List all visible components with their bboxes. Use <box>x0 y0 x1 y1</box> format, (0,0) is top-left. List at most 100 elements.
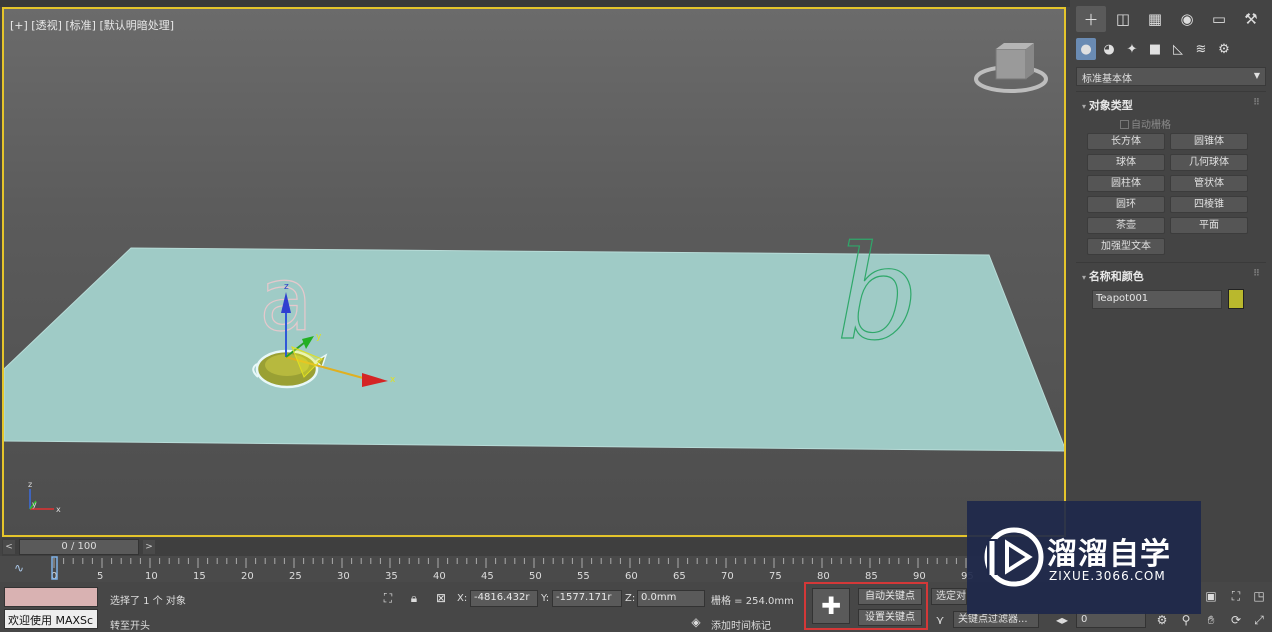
cylinder-button[interactable]: 圆柱体 <box>1087 175 1165 192</box>
trackbar-tick-label: 15 <box>193 571 206 582</box>
checkbox-icon <box>1120 120 1129 129</box>
geosphere-button[interactable]: 几何球体 <box>1170 154 1248 171</box>
field-of-view-icon[interactable]: ◳ <box>1251 588 1267 604</box>
lights-icon[interactable]: ✦ <box>1122 38 1142 60</box>
divider <box>1076 91 1266 92</box>
cone-button[interactable]: 圆锥体 <box>1170 133 1248 150</box>
welcome-field[interactable]: 欢迎使用 MAXSc <box>4 609 98 629</box>
box-button[interactable]: 长方体 <box>1087 133 1165 150</box>
collapse-icon: ▾ <box>1082 273 1089 282</box>
set-key-icon[interactable]: ✚ <box>812 588 850 624</box>
shapes-icon[interactable]: ◕ <box>1099 38 1119 60</box>
svg-text:x: x <box>56 505 61 514</box>
trackbar-tick-label: 90 <box>913 571 926 582</box>
prompt-status: 转至开头 <box>110 621 150 632</box>
command-panel: ＋ ◫ ▦ ◉ ▭ ⚒ ● ◕ ✦ ■ ◺ ≋ ⚙ 标准基本体 ▼ ▾ 对象类型… <box>1070 0 1272 582</box>
auto-grid-checkbox[interactable]: 自动栅格 <box>1120 116 1171 131</box>
trackbar-tick-label: 80 <box>817 571 830 582</box>
time-slider-thumb[interactable]: 0 / 100 <box>19 539 139 555</box>
object-name-field[interactable]: Teapot001 <box>1092 290 1222 309</box>
svg-text:z: z <box>28 480 32 489</box>
object-type-rollout-header[interactable]: ▾ 对象类型 ⠿ <box>1076 94 1266 114</box>
transform-mode-icon[interactable]: ⊠ <box>433 590 449 606</box>
set-key-button[interactable]: 设置关键点 <box>858 609 922 626</box>
teapot-button[interactable]: 茶壶 <box>1087 217 1165 234</box>
cameras-icon[interactable]: ■ <box>1145 38 1165 60</box>
z-coordinate-field[interactable]: 0.0mm <box>637 590 705 607</box>
hierarchy-icon[interactable]: ▦ <box>1140 6 1170 32</box>
time-prev-button[interactable]: < <box>3 540 15 554</box>
x-coordinate-field[interactable]: -4816.432r <box>470 590 538 607</box>
hand-icon[interactable]: ✋︎ <box>1203 612 1219 628</box>
svg-text:y: y <box>32 500 37 509</box>
auto-key-button[interactable]: 自动关键点 <box>858 588 922 605</box>
modify-icon[interactable]: ◫ <box>1108 6 1138 32</box>
name-color-rollout-header[interactable]: ▾ 名称和颜色 ⠿ <box>1076 265 1266 285</box>
grid-size: 栅格 = 254.0mm <box>711 596 794 607</box>
selected-dropdown[interactable]: 选定对 <box>931 588 967 605</box>
category-dropdown-value: 标准基本体 <box>1082 74 1132 85</box>
spinner-icon[interactable]: ◂▸ <box>1054 612 1070 628</box>
trackbar-tick-label: 75 <box>769 571 782 582</box>
object-color-swatch[interactable] <box>1228 289 1244 309</box>
pan-view-icon[interactable]: ▣ <box>1203 588 1219 604</box>
plane-button[interactable]: 平面 <box>1170 217 1248 234</box>
name-color-title: 名称和颜色 <box>1088 270 1144 283</box>
viewport-label[interactable]: [+] [透视] [标准] [默认明暗处理] <box>10 17 174 33</box>
time-tag-icon[interactable]: ◈ <box>688 614 704 630</box>
trackbar-tick-label: 40 <box>433 571 446 582</box>
trackbar-tick-label: 30 <box>337 571 350 582</box>
time-slider[interactable]: < 0 / 100 > <box>2 538 1068 556</box>
gizmo-z-label: z <box>284 282 289 292</box>
axis-tripod: z x y <box>28 480 61 514</box>
trackbar-tick-label: 60 <box>625 571 638 582</box>
geometry-icon[interactable]: ● <box>1076 38 1096 60</box>
chevron-down-icon: ▼ <box>1253 71 1260 80</box>
trackbar-tick-label: 25 <box>289 571 302 582</box>
add-time-tag[interactable]: 添加时间标记 <box>711 617 771 632</box>
wrench-icon[interactable]: ⚒ <box>1236 6 1266 32</box>
trackbar-tick-label: 35 <box>385 571 398 582</box>
gizmo-x-label: x <box>390 375 396 385</box>
y-coordinate-field[interactable]: -1577.171r <box>552 590 622 607</box>
display-icon[interactable]: ▭ <box>1204 6 1234 32</box>
watermark-logo-icon <box>984 527 1044 587</box>
trackbar-tick-label: 70 <box>721 571 734 582</box>
maxscript-listener[interactable] <box>4 587 98 607</box>
letter-b-shape[interactable]: b <box>835 216 919 369</box>
zoom-icon[interactable]: ⚲ <box>1178 612 1194 628</box>
rollout-grip-icon: ⠿ <box>1252 269 1260 279</box>
gizmo-y-label: y <box>316 332 322 342</box>
selection-status: 选择了 1 个 对象 <box>110 596 186 607</box>
divider <box>1076 262 1266 263</box>
pyramid-button[interactable]: 四棱锥 <box>1170 196 1248 213</box>
perspective-viewport[interactable]: a b z x y <box>2 7 1066 537</box>
watermark-title: 溜溜自学 <box>1047 537 1171 572</box>
time-config-icon[interactable]: ⚙ <box>1154 612 1170 628</box>
sphere-button[interactable]: 球体 <box>1087 154 1165 171</box>
lock-icon[interactable]: 🔒︎ <box>406 590 422 606</box>
command-panel-tabs: ＋ ◫ ▦ ◉ ▭ ⚒ <box>1076 6 1266 32</box>
category-dropdown[interactable]: 标准基本体 ▼ <box>1076 67 1266 86</box>
auto-grid-label: 自动栅格 <box>1131 120 1171 131</box>
plus-icon[interactable]: ＋ <box>1076 6 1106 32</box>
object-type-title: 对象类型 <box>1088 99 1133 112</box>
tube-button[interactable]: 管状体 <box>1170 175 1248 192</box>
systems-icon[interactable]: ⚙ <box>1214 38 1234 60</box>
isolate-icon[interactable]: ⛶ <box>380 590 396 606</box>
zoom-extents-icon[interactable]: ⛶ <box>1228 588 1244 604</box>
time-next-button[interactable]: > <box>143 540 155 554</box>
text-plus-button[interactable]: 加强型文本 <box>1087 238 1165 255</box>
maximize-viewport-icon[interactable]: ⤢ <box>1251 612 1267 628</box>
z-label: Z: <box>625 593 636 604</box>
spacewarps-icon[interactable]: ≋ <box>1191 38 1211 60</box>
trackbar-tick-label: 65 <box>673 571 686 582</box>
helpers-icon[interactable]: ◺ <box>1168 38 1188 60</box>
track-bar[interactable]: ∿ 05101520253035404550556065707580859095 <box>0 556 1066 582</box>
watermark: 溜溜自学 ZIXUE.3066.COM <box>967 501 1201 614</box>
key-mode-icon[interactable]: ⋎ <box>932 612 948 628</box>
orbit-icon[interactable]: ⟳ <box>1228 612 1244 628</box>
torus-button[interactable]: 圆环 <box>1087 196 1165 213</box>
viewcube[interactable] <box>974 43 1048 93</box>
motion-icon[interactable]: ◉ <box>1172 6 1202 32</box>
